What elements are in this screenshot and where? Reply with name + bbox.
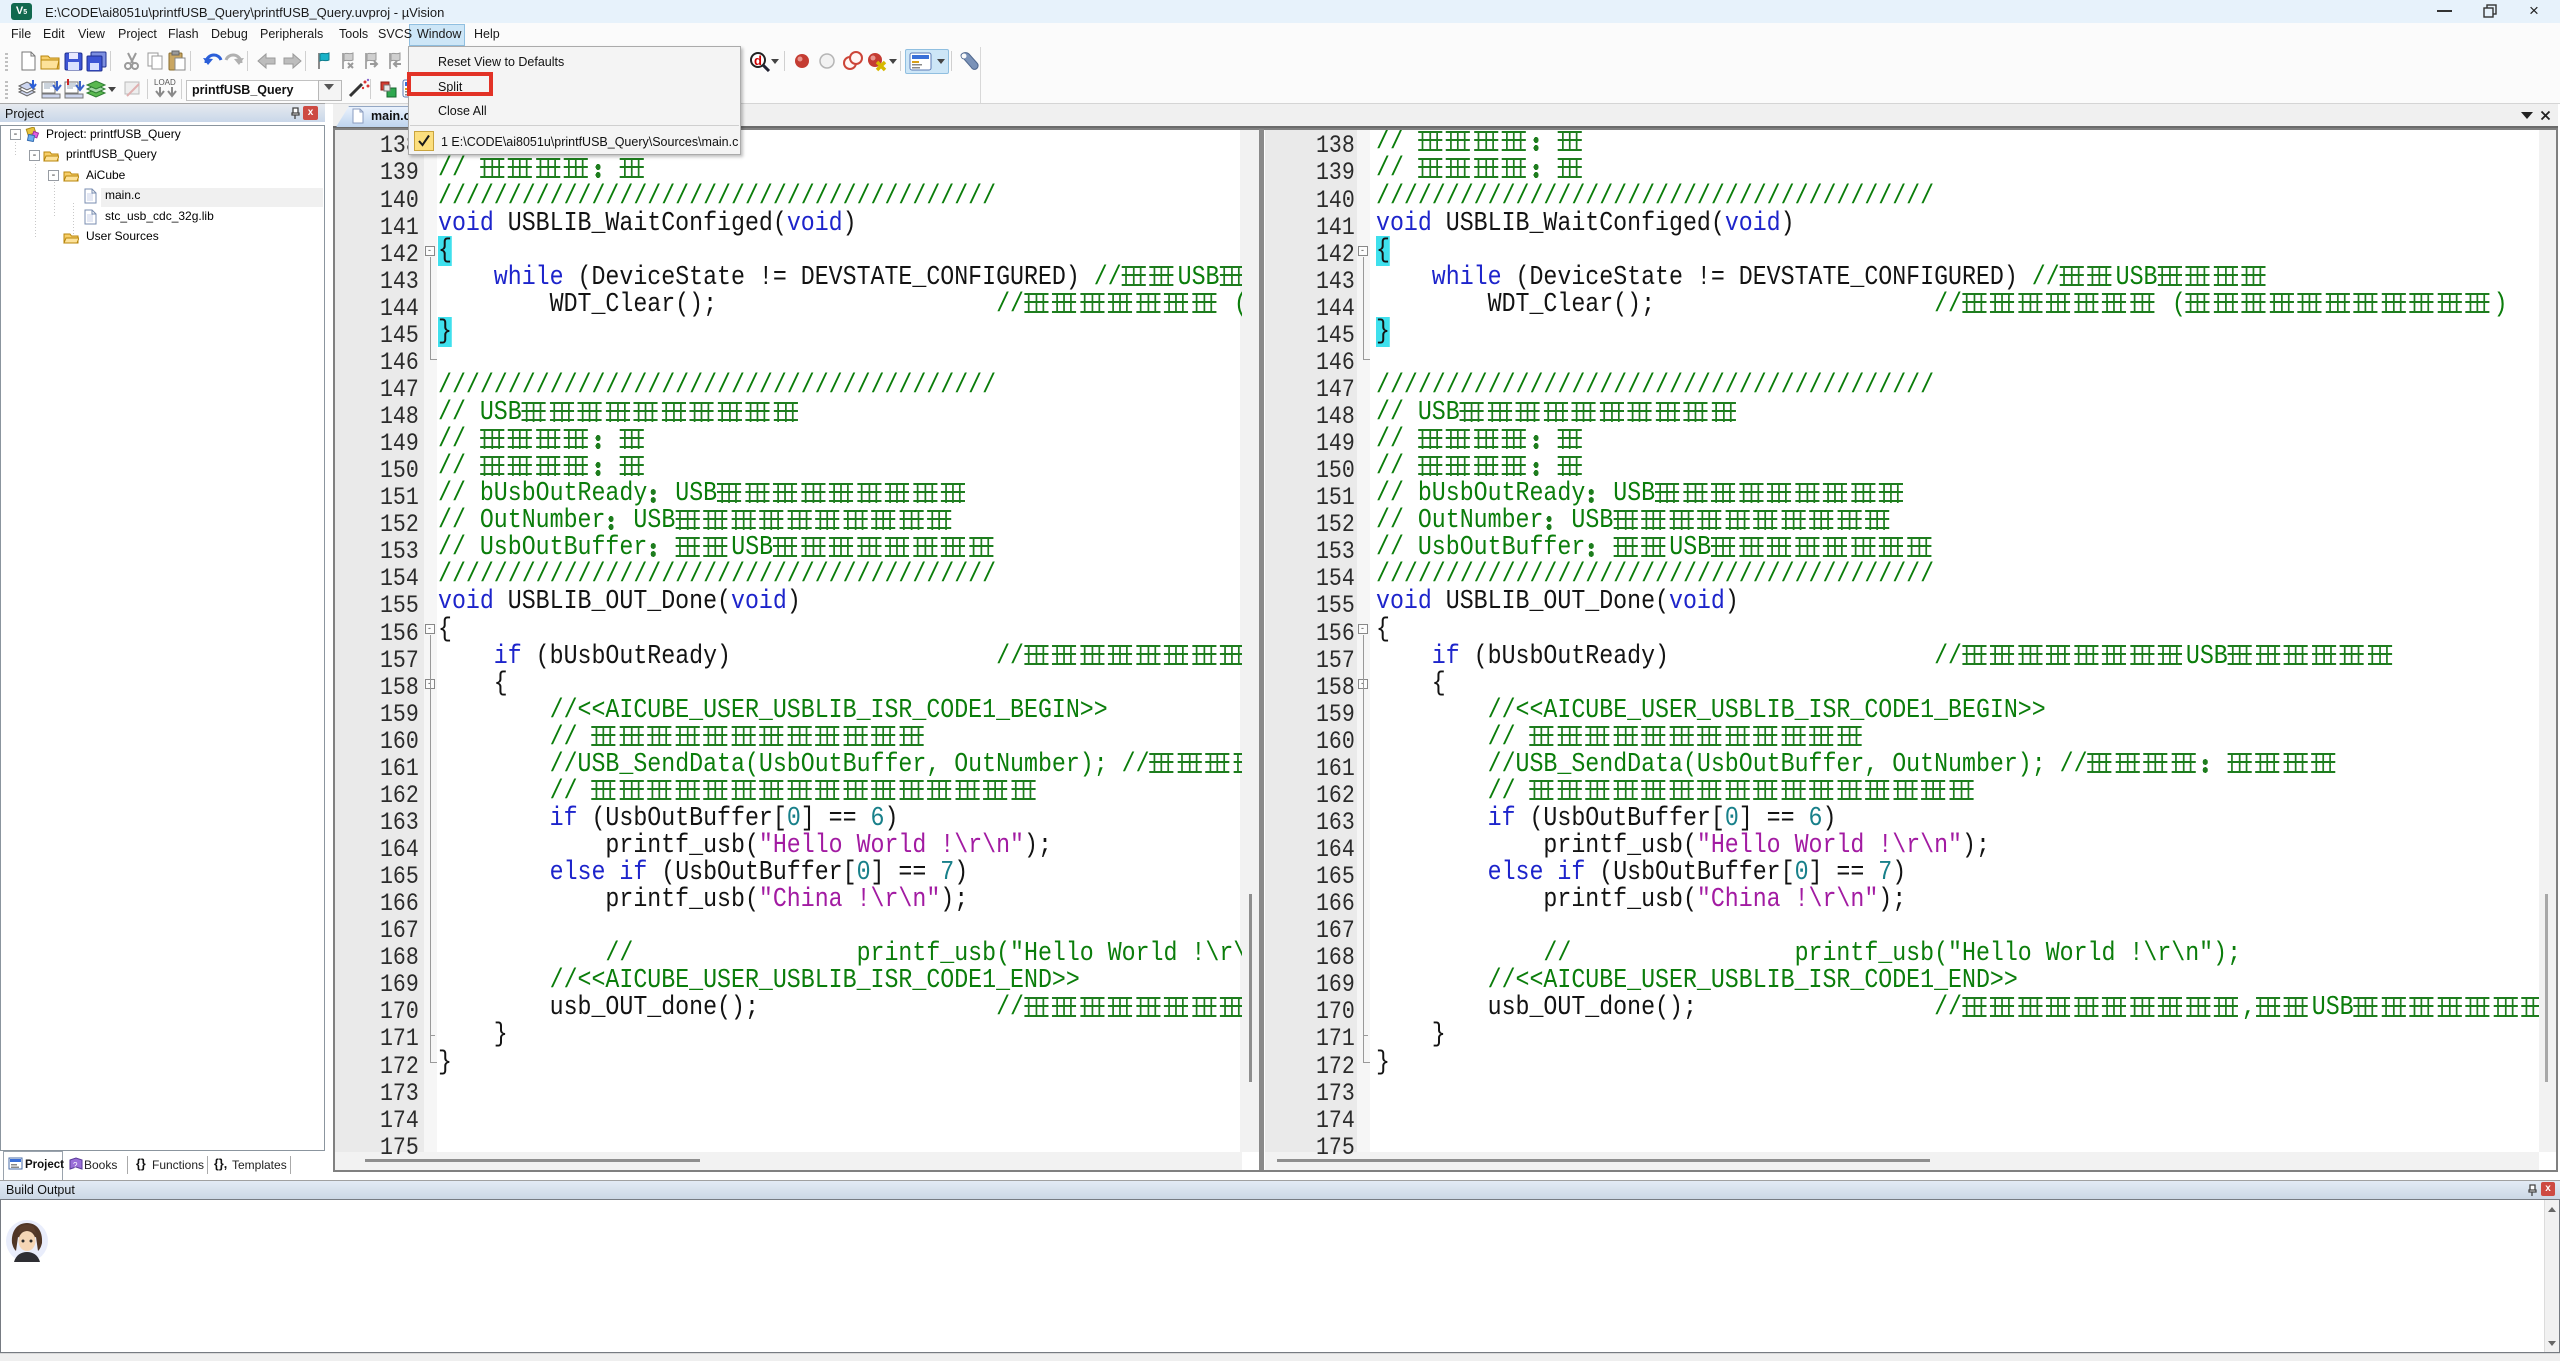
svg-text:d: d <box>754 53 762 68</box>
svg-text:?: ? <box>73 1161 78 1170</box>
svg-text:LOAD: LOAD <box>154 78 176 87</box>
